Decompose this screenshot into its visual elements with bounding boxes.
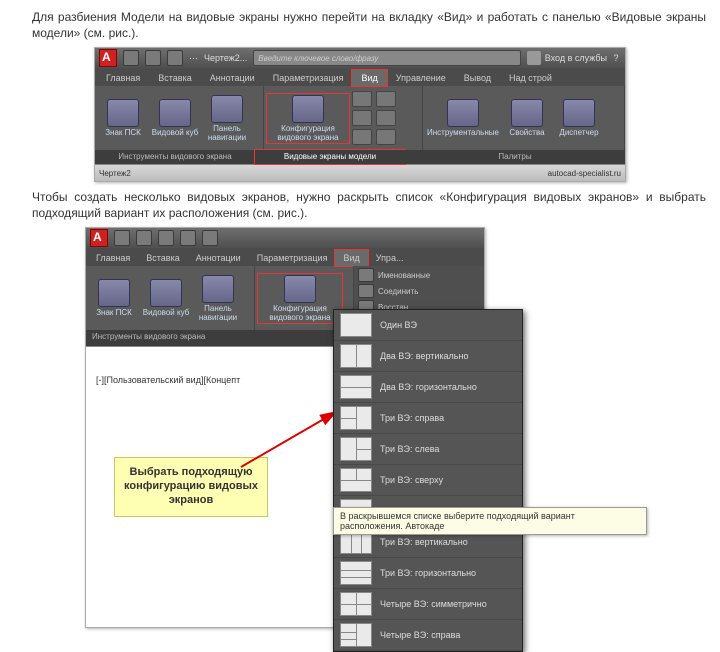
tab-view[interactable]: Вид: [352, 70, 386, 86]
qat-doc-name: Чертеж2...: [204, 53, 247, 63]
status-left: Чертеж2: [99, 169, 131, 178]
vp-small-6[interactable]: [376, 129, 396, 145]
tab-parametric[interactable]: Параметризация: [249, 250, 336, 266]
tab-addins[interactable]: Над строй: [500, 70, 561, 86]
tab-output[interactable]: Вывод: [455, 70, 500, 86]
vp-small-4[interactable]: [376, 91, 396, 107]
vp-small-5[interactable]: [376, 110, 396, 126]
tab-manage[interactable]: Управление: [387, 70, 455, 86]
instruction-1: Для разбиения Модели на видовые экраны н…: [32, 10, 706, 41]
vp-small-2[interactable]: [352, 110, 372, 126]
join-label[interactable]: Соединить: [378, 287, 418, 296]
tab-annotate[interactable]: Аннотации: [188, 250, 249, 266]
title-bar-2: [86, 228, 484, 248]
qat-save-icon[interactable]: [158, 230, 174, 246]
login-link[interactable]: Вход в службы: [545, 53, 607, 63]
tab-home[interactable]: Главная: [88, 250, 138, 266]
viewport-label[interactable]: [-][Пользовательский вид][Концепт: [96, 375, 240, 385]
vp-small-1[interactable]: [352, 91, 372, 107]
tab-manage[interactable]: Упра...: [368, 250, 412, 266]
ucs-icon-button[interactable]: Знак ПСК: [99, 99, 147, 137]
title-bar: ⋯ Чертеж2... Введите ключевое слово/фраз…: [95, 48, 625, 68]
navbar-button[interactable]: Панель навигации: [203, 95, 251, 142]
join-icon[interactable]: [358, 284, 374, 298]
qat-save-icon[interactable]: [167, 50, 183, 66]
search-input[interactable]: Введите ключевое слово/фразу: [253, 50, 520, 66]
status-right: autocad-specialist.ru: [548, 169, 621, 178]
screenshot-2-wrap: Главная Вставка Аннотации Параметризация…: [85, 227, 635, 628]
instruction-2: Чтобы создать несколько видовых экранов,…: [32, 190, 706, 221]
dd-item-four-equal[interactable]: Четыре ВЭ: симметрично: [334, 589, 522, 620]
qat-new-icon[interactable]: [123, 50, 139, 66]
tab-home[interactable]: Главная: [97, 70, 149, 86]
dd-item-single[interactable]: Один ВЭ: [334, 310, 522, 341]
ucs-icon-button[interactable]: Знак ПСК: [90, 279, 138, 317]
tab-insert[interactable]: Вставка: [138, 250, 187, 266]
viewport-config-button[interactable]: Конфигурация видового экрана: [268, 95, 348, 142]
viewcube-button[interactable]: Видовой куб: [151, 99, 199, 137]
tab-view[interactable]: Вид: [335, 250, 367, 266]
panel-title-model-viewports: Видовые экраны модели: [255, 150, 405, 164]
dd-item-four-right[interactable]: Четыре ВЭ: справа: [334, 620, 522, 651]
properties-button[interactable]: Свойства: [503, 99, 551, 137]
vp-small-3[interactable]: [352, 129, 372, 145]
ribbon: Знак ПСК Видовой куб Панель навигации Ко…: [95, 86, 625, 150]
dd-item-three-above[interactable]: Три ВЭ: сверху: [334, 465, 522, 496]
tooltip: В раскрывшемся списке выберите подходящи…: [333, 507, 647, 535]
qat-undo-icon[interactable]: [180, 230, 196, 246]
dd-item-three-left[interactable]: Три ВЭ: слева: [334, 434, 522, 465]
qat-sep: ⋯: [189, 53, 198, 64]
app-logo-icon[interactable]: [90, 229, 108, 247]
dd-item-two-v[interactable]: Два ВЭ: вертикально: [334, 341, 522, 372]
app-logo-icon[interactable]: [99, 49, 117, 67]
named-icon[interactable]: [358, 268, 374, 282]
user-avatar-icon[interactable]: [527, 51, 541, 65]
qat-open-icon[interactable]: [136, 230, 152, 246]
ribbon-tabs: Главная Вставка Аннотации Параметризация…: [95, 68, 625, 86]
viewport-config-button[interactable]: Конфигурация видового экрана: [259, 275, 341, 322]
status-bar: Чертеж2 autocad-specialist.ru: [95, 164, 625, 181]
navbar-button[interactable]: Панель навигации: [194, 275, 242, 322]
dd-item-three-h[interactable]: Три ВЭ: горизонтально: [334, 558, 522, 589]
tool-palettes-button[interactable]: Инструментальные: [427, 99, 499, 137]
tab-annotate[interactable]: Аннотации: [201, 70, 264, 86]
qat-open-icon[interactable]: [145, 50, 161, 66]
panel-title-viewtools: Инструменты видового экрана: [95, 150, 255, 164]
help-icon[interactable]: ?: [611, 53, 621, 63]
tab-insert[interactable]: Вставка: [149, 70, 200, 86]
dispatcher-button[interactable]: Диспетчер: [555, 99, 603, 137]
qat-redo-icon[interactable]: [202, 230, 218, 246]
named-label[interactable]: Именованные: [378, 271, 430, 280]
qat-new-icon[interactable]: [114, 230, 130, 246]
ribbon-tabs-2: Главная Вставка Аннотации Параметризация…: [86, 248, 484, 266]
dd-item-three-right[interactable]: Три ВЭ: справа: [334, 403, 522, 434]
dd-item-two-h[interactable]: Два ВЭ: горизонтально: [334, 372, 522, 403]
panel-title-palettes: Палитры: [405, 150, 625, 164]
tab-parametric[interactable]: Параметризация: [264, 70, 353, 86]
viewport-config-dropdown[interactable]: Один ВЭ Два ВЭ: вертикально Два ВЭ: гори…: [333, 309, 523, 652]
viewcube-button[interactable]: Видовой куб: [142, 279, 190, 317]
screenshot-1: ⋯ Чертеж2... Введите ключевое слово/фраз…: [94, 47, 626, 182]
